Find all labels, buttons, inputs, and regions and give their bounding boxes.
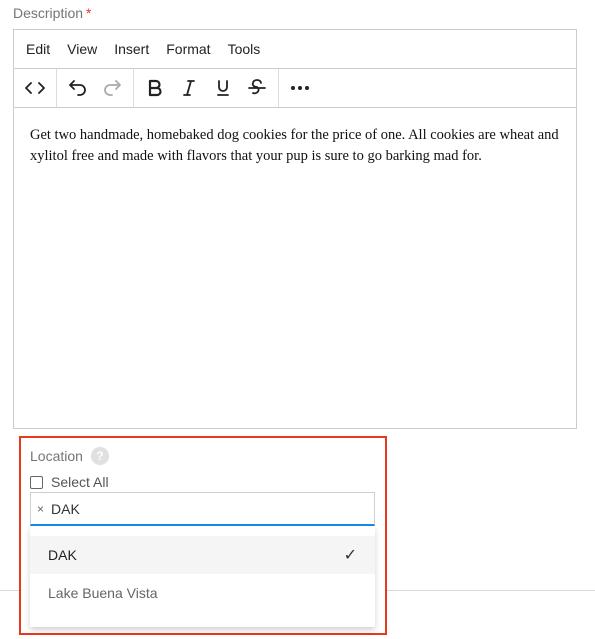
location-dropdown: DAK ✓ Lake Buena Vista (30, 526, 375, 627)
menu-view[interactable]: View (67, 41, 97, 57)
rich-text-editor: Edit View Insert Format Tools Get two ha… (13, 29, 577, 429)
help-icon[interactable]: ? (90, 447, 109, 465)
option-label: DAK (48, 547, 77, 563)
required-mark: * (86, 5, 92, 21)
italic-icon[interactable] (172, 73, 206, 103)
location-label: Location ? (30, 447, 109, 465)
redo-icon[interactable] (95, 73, 129, 103)
remove-tag-icon[interactable]: × (37, 502, 44, 516)
location-field-highlight: Location ? Select All × DAK DAK ✓ Lake B… (19, 436, 387, 635)
toolbar-group-code (14, 69, 57, 107)
check-icon: ✓ (343, 547, 357, 564)
toolbar-group-more (279, 69, 321, 107)
selected-tag: DAK (51, 500, 80, 517)
dropdown-option[interactable]: DAK ✓ (30, 536, 375, 574)
location-search-input[interactable]: × DAK (30, 492, 375, 526)
description-label: Description * (13, 5, 91, 21)
editor-menubar: Edit View Insert Format Tools (14, 30, 576, 69)
editor-toolbar (14, 69, 576, 108)
toolbar-group-history (57, 69, 134, 107)
strikethrough-icon[interactable] (240, 73, 274, 103)
code-icon[interactable] (18, 73, 52, 103)
more-icon[interactable] (283, 73, 317, 103)
menu-insert[interactable]: Insert (114, 41, 149, 57)
undo-icon[interactable] (61, 73, 95, 103)
bold-icon[interactable] (138, 73, 172, 103)
menu-tools[interactable]: Tools (228, 41, 261, 57)
option-label: Lake Buena Vista (48, 585, 158, 601)
description-label-text: Description (13, 5, 84, 21)
location-label-text: Location (30, 448, 83, 464)
menu-edit[interactable]: Edit (26, 41, 50, 57)
select-all-option[interactable]: Select All (30, 474, 109, 490)
dropdown-option[interactable]: Lake Buena Vista (30, 574, 375, 612)
select-all-checkbox[interactable] (30, 475, 43, 489)
toolbar-group-format (134, 69, 279, 107)
underline-icon[interactable] (206, 73, 240, 103)
select-all-label: Select All (51, 474, 109, 490)
editor-content[interactable]: Get two handmade, homebaked dog cookies … (14, 108, 576, 184)
menu-format[interactable]: Format (166, 41, 210, 57)
